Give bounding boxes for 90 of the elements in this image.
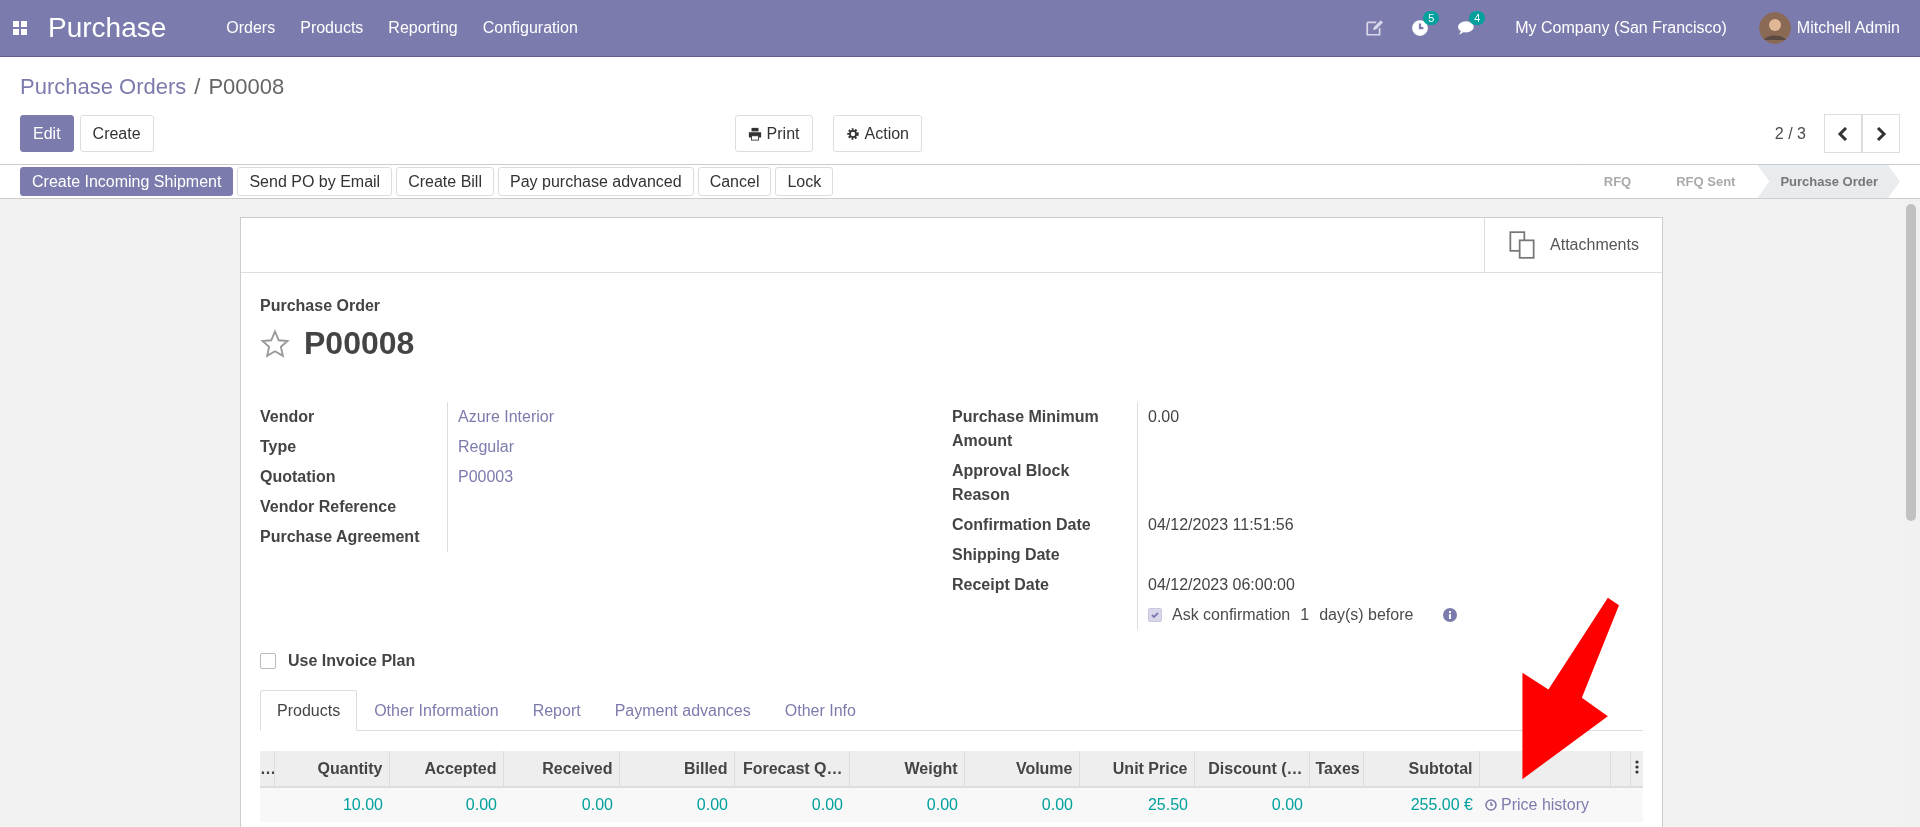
field-label: Type [260,432,448,462]
printer-icon [747,126,762,141]
header-button[interactable]: Create Bill [396,167,494,196]
info-icon [1443,608,1458,622]
breadcrumb-item[interactable]: Purchase Orders [20,74,187,100]
column-header[interactable]: Volume [964,751,1079,787]
menu-item[interactable]: Products [300,19,364,37]
column-header[interactable]: Billed [619,751,734,787]
options-icon[interactable] [1634,759,1639,774]
chevron-right-icon [1875,126,1887,141]
invoice-plan-label: Use Invoice Plan [288,652,416,670]
field-label: Purchase Agreement [260,522,448,552]
column-header[interactable]: Taxes [1309,751,1363,787]
table-cell: 10.00 [274,787,389,822]
avatar-icon[interactable] [1758,12,1791,44]
action-button[interactable]: Action [832,115,922,152]
breadcrumb-item: P00008 [208,74,285,100]
field-link[interactable]: P00003 [448,462,952,492]
tab[interactable]: Other Info [767,690,873,731]
menu-item[interactable]: Reporting [388,19,458,37]
header-button[interactable]: Send PO by Email [237,167,393,196]
field-label: Receipt Date [952,570,1138,600]
field-value: 0.00 [1147,407,1181,427]
star-icon[interactable] [260,328,290,359]
table-cell: 0.00 [1194,787,1309,822]
column-header[interactable]: Unit Price [1079,751,1194,787]
column-header[interactable]: Forecast Q… [734,751,849,787]
field-value: 04/12/2023 11:51:56 [1147,515,1295,535]
header-button[interactable]: Create Incoming Shipment [20,167,234,196]
tab[interactable]: Products [260,690,358,731]
field-label: Approval Block Reason [952,456,1138,510]
menu-item[interactable]: Orders [226,19,276,37]
column-header[interactable]: Weight [849,751,964,787]
print-button[interactable]: Print [734,115,813,152]
next-button[interactable] [1862,114,1900,153]
field-label: Vendor [260,402,448,432]
app-name[interactable]: Purchase [48,12,167,44]
pager-value: 2 / 3 [1774,124,1806,143]
edit-icon [1365,19,1384,37]
activity-badge: 5 [1423,11,1440,25]
table-cell: 0.00 [964,787,1079,822]
field-link[interactable]: Regular [448,432,952,462]
clock-icon [1411,19,1430,37]
message-badge: 4 [1469,11,1486,25]
column-header[interactable]: Received [503,751,619,787]
field-label: Purchase Minimum Amount [952,402,1138,456]
edit-button[interactable]: Edit [20,115,74,152]
field-label: Shipping Date [952,540,1138,570]
table-cell: 0.00 [389,787,503,822]
create-button[interactable]: Create [79,115,154,152]
record-name: P00008 [304,325,415,362]
table-cell: 0.00 [619,787,734,822]
column-header[interactable]: Discount (… [1194,751,1309,787]
check-icon [1150,610,1160,620]
field-link[interactable]: Azure Interior [448,402,952,432]
previous-button[interactable] [1824,114,1862,153]
column-header[interactable]: Quantity [274,751,389,787]
days-value: 1 [1300,605,1310,625]
menu-item[interactable]: Configuration [482,19,578,37]
breadcrumb-separator: / [194,74,201,100]
ask-confirmation-label: Ask confirmation [1172,605,1291,625]
gear-icon [845,126,860,141]
invoice-plan-checkbox[interactable] [260,653,276,669]
clock-icon [1485,799,1497,811]
ask-confirmation-checkbox[interactable] [1148,608,1162,622]
table-cell: 25.50 [1079,787,1194,822]
table-cell: 0.00 [503,787,619,822]
field-value: 04/12/2023 06:00:00 [1147,575,1296,595]
tab[interactable]: Other Information [357,690,516,731]
status-stage[interactable]: Purchase Order [1757,165,1900,198]
days-suffix: day(s) before [1319,605,1414,625]
documents-icon [1508,231,1537,259]
field-label: Quotation [260,462,448,492]
header-button[interactable]: Cancel [697,167,772,196]
table-cell: 0.00 [734,787,849,822]
form-subtitle: Purchase Order [260,297,382,315]
user-name[interactable]: Mitchell Admin [1796,19,1900,37]
company-switcher[interactable]: My Company (San Francisco) [1515,19,1727,37]
field-label: Confirmation Date [952,510,1138,540]
table-cell: 0.00 [849,787,964,822]
field-label: Vendor Reference [260,492,448,522]
column-header[interactable]: Subtotal [1363,751,1479,787]
tab[interactable]: Report [515,690,598,731]
column-header[interactable]: Accepted [389,751,503,787]
apps-menu-icon[interactable] [12,20,28,36]
subtotal-cell: 255.00 € [1363,787,1479,822]
chevron-left-icon [1837,126,1849,141]
header-button[interactable]: Pay purchase advanced [498,167,694,196]
header-button[interactable]: Lock [775,167,834,196]
tab[interactable]: Payment advances [597,690,768,731]
